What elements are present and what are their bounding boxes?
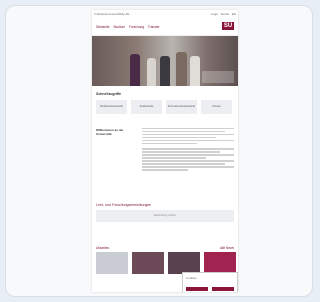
nav-item-startseite[interactable]: Startseite	[96, 25, 109, 29]
intro-heading: Willkommen an der Universität	[96, 128, 124, 136]
nav-item-forschung[interactable]: Forschung	[129, 25, 144, 29]
cookie-settings-button[interactable]	[212, 287, 234, 291]
quicklink-1[interactable]: Studieninteressierte	[96, 100, 127, 114]
quicklink-2[interactable]: Studierende	[131, 100, 162, 114]
webpage-preview: ≡ Website-Accessibility-Rc Login · Suche…	[92, 10, 238, 292]
search-input[interactable]: Einrichtung suchen	[96, 210, 234, 222]
site-header: Startseite Studium Forschung Transfer SU	[92, 19, 238, 36]
top-bar: ≡ Website-Accessibility-Rc Login · Suche…	[94, 12, 236, 17]
nav-item-studium[interactable]: Studium	[113, 25, 125, 29]
topbar-left-text: ≡ Website-Accessibility-Rc	[94, 12, 130, 16]
cookie-accept-button[interactable]	[186, 287, 208, 291]
quicklinks: Studieninteressierte Studierende Promoti…	[96, 100, 234, 114]
university-logo[interactable]: SU	[222, 22, 234, 30]
cookie-banner: Cookies	[182, 272, 238, 292]
nav-item-transfer[interactable]: Transfer	[148, 25, 160, 29]
main-nav: Startseite Studium Forschung Transfer	[96, 25, 163, 29]
news-item[interactable]	[204, 252, 236, 274]
hero-caption	[202, 71, 234, 83]
quicklink-3[interactable]: Promotionsinteressierte	[166, 100, 197, 114]
search-title: Lehr- und Forschungseinrichtungen	[96, 203, 152, 207]
quicklinks-title: Schnellzugriffe	[96, 92, 122, 96]
news-more-link[interactable]: Alle News	[220, 246, 234, 250]
intro-text	[142, 128, 234, 172]
topbar-right-text[interactable]: Login · Suche · EN	[211, 12, 236, 16]
news-item[interactable]	[132, 252, 164, 274]
cookie-text: Cookies	[186, 276, 197, 280]
news-title: Aktuelles	[96, 246, 109, 250]
hero-image	[92, 36, 238, 86]
news-item[interactable]	[96, 252, 128, 274]
news-item[interactable]	[168, 252, 200, 274]
quicklink-4[interactable]: Presse	[201, 100, 232, 114]
